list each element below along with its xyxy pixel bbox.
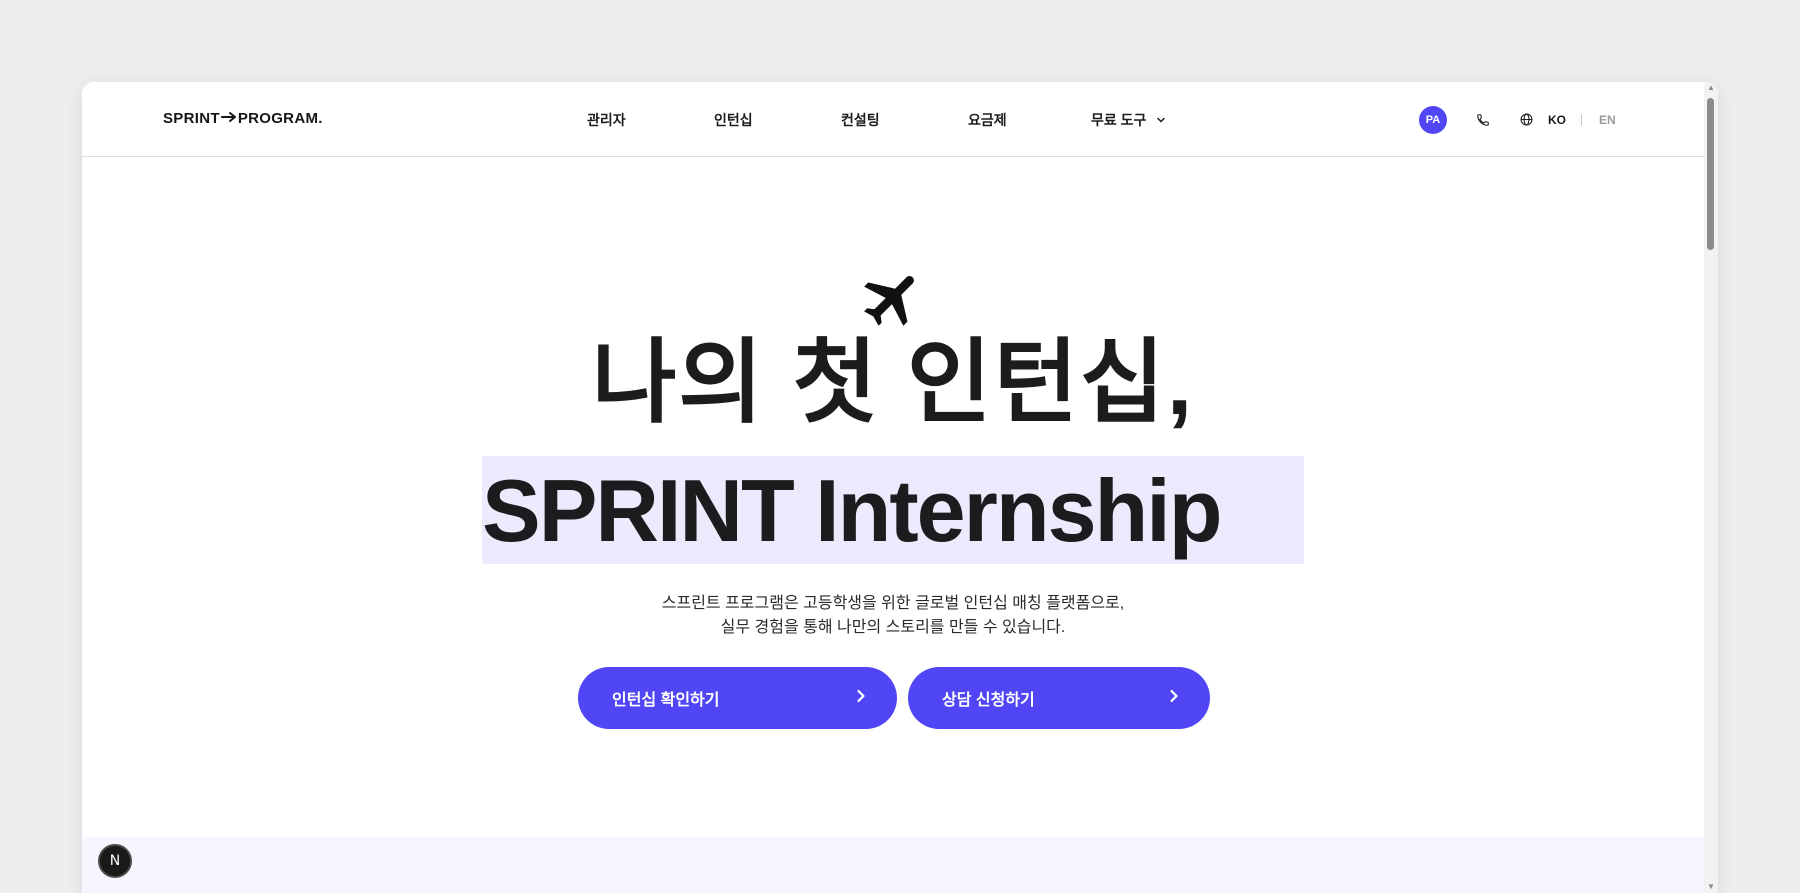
globe-icon (1520, 113, 1533, 131)
next-section (82, 837, 1704, 893)
phone-icon[interactable] (1476, 113, 1490, 132)
hero-description-line1: 스프린트 프로그램은 고등학생을 위한 글로벌 인턴십 매칭 플랫폼으로, (661, 595, 1125, 612)
request-consultation-button-label: 상담 신청하기 (942, 692, 1035, 709)
nav-item-admin[interactable]: 관리자 (587, 110, 626, 130)
chevron-down-icon (1156, 112, 1166, 128)
nextjs-badge-letter: N (109, 853, 121, 869)
nav-item-consulting[interactable]: 컨설팅 (841, 110, 880, 130)
hero-description: 스프린트 프로그램은 고등학생을 위한 글로벌 인턴십 매칭 플랫폼으로, 실무… (82, 592, 1704, 640)
nextjs-dev-badge[interactable]: N (98, 844, 132, 878)
nav-item-pricing[interactable]: 요금제 (968, 110, 1007, 130)
lang-en-button[interactable]: EN (1599, 113, 1616, 127)
scroll-down-arrow-icon[interactable]: ▼ (1707, 883, 1715, 891)
chevron-right-icon (855, 689, 867, 708)
site-header: SPRINT PROGRAM. 관리자 인턴십 컨설팅 요금제 무료 도구 PA… (82, 82, 1704, 157)
user-avatar[interactable]: PA (1419, 106, 1447, 134)
browser-window: SPRINT PROGRAM. 관리자 인턴십 컨설팅 요금제 무료 도구 PA… (82, 82, 1718, 893)
lang-separator: | (1580, 112, 1584, 126)
chevron-right-icon (1168, 689, 1180, 708)
site-logo[interactable]: SPRINT PROGRAM. (163, 110, 323, 127)
nav-item-internship[interactable]: 인턴십 (714, 110, 753, 130)
vertical-scrollbar[interactable]: ▲ ▼ (1704, 82, 1718, 893)
hero-description-line2: 실무 경험을 통해 나만의 스토리를 만들 수 있습니다. (720, 619, 1066, 636)
logo-text-right: PROGRAM. (237, 110, 323, 127)
view-internships-button[interactable]: 인턴십 확인하기 (578, 667, 897, 729)
nav-item-free-tools-label: 무료 도구 (1091, 112, 1147, 128)
logo-arrow-icon (220, 110, 237, 127)
hero-title-line1: 나의 첫 인턴십, (591, 332, 1195, 434)
view-internships-button-label: 인턴십 확인하기 (612, 692, 720, 709)
avatar-initials: PA (1425, 114, 1441, 126)
request-consultation-button[interactable]: 상담 신청하기 (908, 667, 1210, 729)
lang-ko-button[interactable]: KO (1548, 113, 1566, 127)
logo-text-left: SPRINT (163, 110, 220, 127)
nav-item-free-tools[interactable]: 무료 도구 (1091, 110, 1166, 130)
scrollbar-thumb[interactable] (1707, 98, 1714, 250)
scroll-up-arrow-icon[interactable]: ▲ (1707, 84, 1715, 92)
hero-title-line2: SPRINT Internship (482, 461, 1223, 560)
